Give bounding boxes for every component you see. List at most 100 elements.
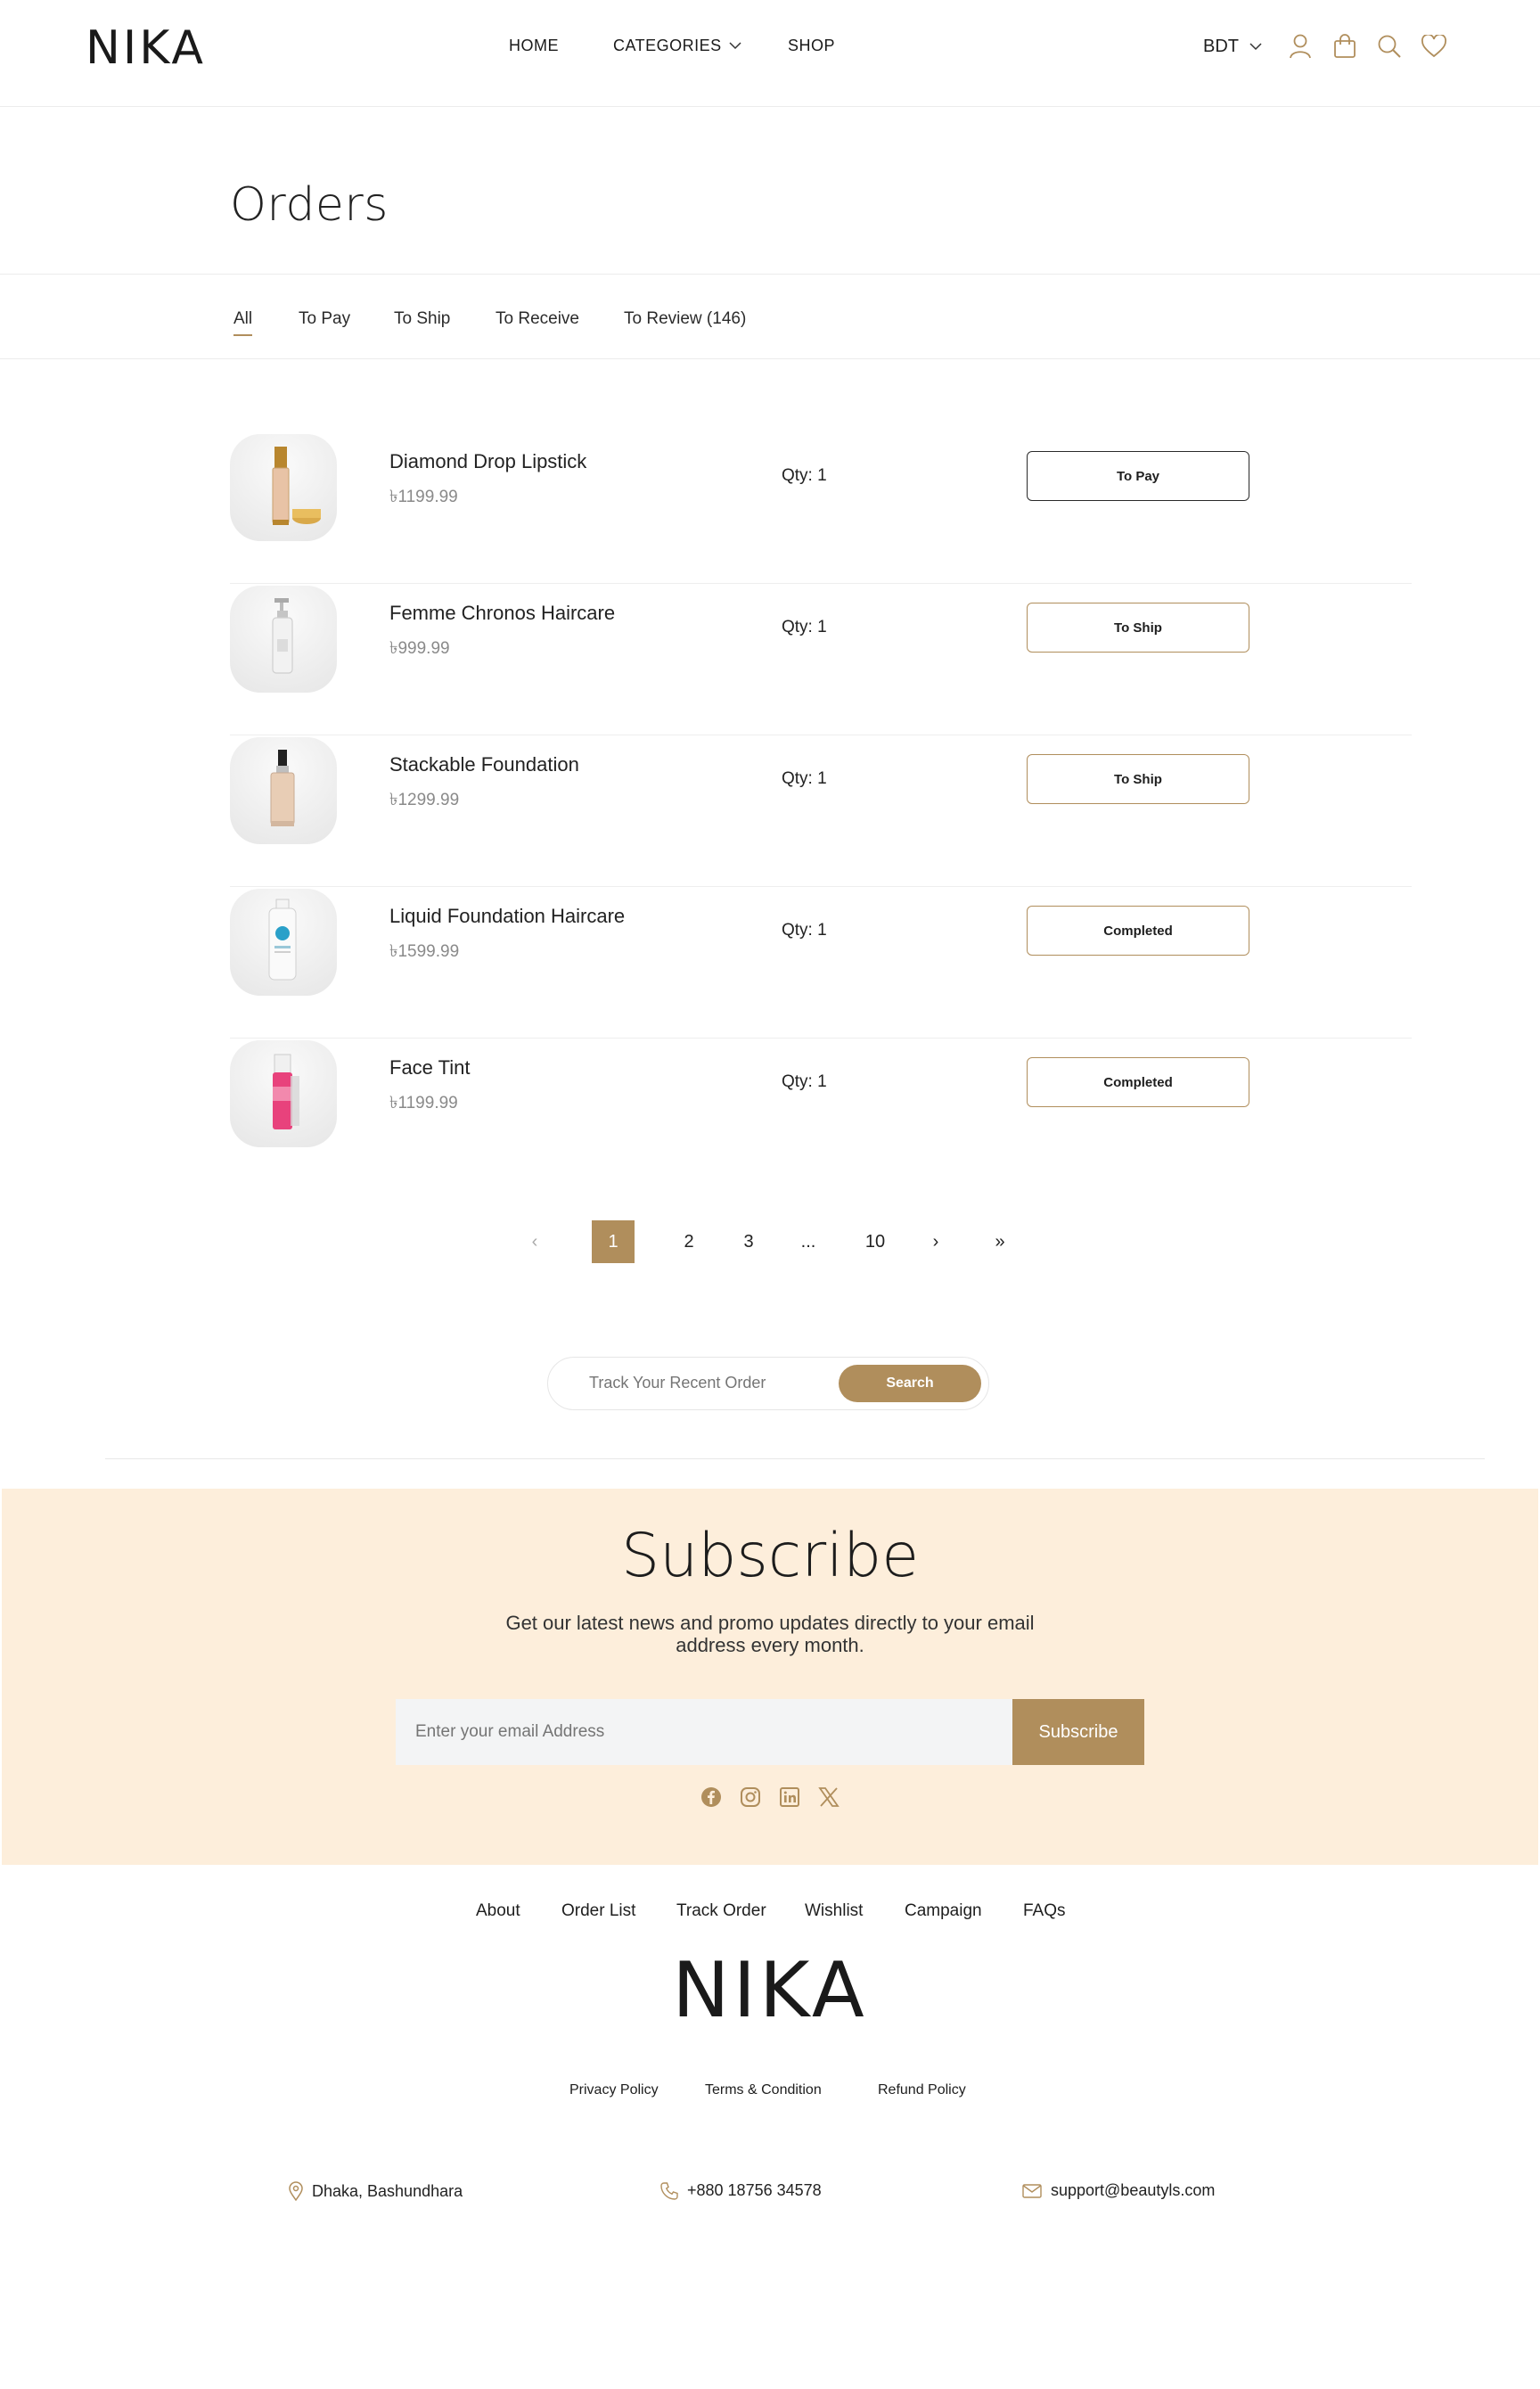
search-icon[interactable] [1367, 30, 1412, 62]
product-price: ৳999.99 [389, 639, 450, 658]
x-icon[interactable] [816, 1785, 841, 1810]
product-name[interactable]: Face Tint [389, 1056, 470, 1080]
site-header: NIKA HOME CATEGORIES SHOP BDT [0, 0, 1540, 107]
footer-link-faqs[interactable]: FAQs [1023, 1901, 1066, 1921]
tab-all[interactable]: All [233, 309, 253, 336]
social-links [2, 1785, 1538, 1810]
divider [105, 1458, 1485, 1459]
footer-logo[interactable]: NIKA [0, 1946, 1540, 2035]
footer-link-wishlist[interactable]: Wishlist [805, 1901, 863, 1921]
foundation-bottle-icon [270, 750, 295, 826]
product-qty: Qty: 1 [782, 618, 827, 636]
product-price: ৳1199.99 [389, 1094, 458, 1112]
nav-categories[interactable]: CATEGORIES [613, 37, 741, 55]
subscribe-button[interactable]: Subscribe [1012, 1699, 1144, 1765]
currency-label: BDT [1203, 36, 1239, 56]
subscribe-title: Subscribe [620, 1521, 920, 1591]
page-button[interactable]: 3 [737, 1220, 760, 1263]
last-page-button[interactable]: » [991, 1220, 1009, 1263]
tab-to-review[interactable]: To Review (146) [624, 309, 746, 334]
product-image[interactable] [230, 586, 337, 693]
footer-link-order-list[interactable]: Order List [561, 1901, 635, 1921]
track-search-button[interactable]: Search [839, 1365, 981, 1402]
terms-link[interactable]: Terms & Condition [705, 2082, 822, 2098]
phone-text: +880 18756 34578 [687, 2181, 822, 2199]
nav-shop[interactable]: SHOP [788, 37, 835, 55]
header-actions: BDT [1203, 30, 1456, 62]
product-image[interactable] [230, 737, 337, 844]
tint-bottle-icon [273, 1054, 299, 1129]
instagram-icon[interactable] [738, 1785, 763, 1810]
chevron-down-icon [729, 42, 741, 50]
prev-page-button[interactable]: ‹ [526, 1220, 544, 1263]
status-button[interactable]: To Ship [1027, 603, 1249, 653]
email-item[interactable]: support@beautyls.com [1022, 2181, 1215, 2200]
page-button[interactable]: 2 [677, 1220, 700, 1263]
linkedin-icon[interactable] [777, 1785, 802, 1810]
page-button[interactable]: 10 [859, 1220, 891, 1263]
heart-icon[interactable] [1412, 30, 1456, 62]
tab-to-receive[interactable]: To Receive [496, 309, 579, 334]
legal-links: Privacy Policy Terms & Condition Refund … [0, 2082, 1540, 2104]
divider [0, 274, 1540, 275]
product-name[interactable]: Liquid Foundation Haircare [389, 905, 625, 928]
product-price: ৳1299.99 [389, 791, 460, 809]
facebook-icon[interactable] [699, 1785, 724, 1810]
footer-link-about[interactable]: About [476, 1901, 520, 1921]
product-qty: Qty: 1 [782, 921, 827, 940]
currency-selector[interactable]: BDT [1203, 37, 1262, 57]
next-page-button[interactable]: › [927, 1220, 945, 1263]
product-image[interactable] [230, 1040, 337, 1147]
status-button[interactable]: Completed [1027, 906, 1249, 956]
status-button[interactable]: To Pay [1027, 451, 1249, 501]
product-qty: Qty: 1 [782, 1072, 827, 1091]
product-image[interactable] [230, 434, 337, 541]
order-row: Liquid Foundation Haircare ৳1599.99 Qty:… [230, 887, 1412, 1039]
status-button[interactable]: Completed [1027, 1057, 1249, 1107]
chevron-down-icon [1249, 42, 1262, 50]
page-button[interactable]: 1 [592, 1220, 635, 1263]
product-name[interactable]: Femme Chronos Haircare [389, 602, 615, 625]
order-row: Diamond Drop Lipstick ৳1199.99 Qty: 1 To… [230, 432, 1412, 584]
lotion-bottle-icon [268, 899, 297, 981]
status-button[interactable]: To Ship [1027, 754, 1249, 804]
page-ellipsis: ... [800, 1231, 816, 1252]
product-image[interactable] [230, 889, 337, 996]
user-icon[interactable] [1278, 30, 1323, 62]
product-name[interactable]: Stackable Foundation [389, 753, 579, 776]
product-name[interactable]: Diamond Drop Lipstick [389, 450, 586, 473]
brand-logo[interactable]: NIKA [86, 21, 206, 75]
product-qty: Qty: 1 [782, 466, 827, 485]
address-item: Dhaka, Bashundhara [289, 2181, 463, 2201]
refund-policy-link[interactable]: Refund Policy [878, 2082, 966, 2098]
order-row: Face Tint ৳1199.99 Qty: 1 Completed [230, 1039, 1412, 1190]
order-row: Stackable Foundation ৳1299.99 Qty: 1 To … [230, 735, 1412, 887]
tab-to-ship[interactable]: To Ship [394, 309, 450, 334]
subscribe-text: Get our latest news and promo updates di… [505, 1612, 1035, 1656]
track-order-input[interactable] [589, 1374, 839, 1392]
order-row: Femme Chronos Haircare ৳999.99 Qty: 1 To… [230, 584, 1412, 735]
phone-item[interactable]: +880 18756 34578 [660, 2181, 822, 2200]
footer-link-campaign[interactable]: Campaign [905, 1901, 982, 1921]
contact-info: Dhaka, Bashundhara +880 18756 34578 supp… [0, 2181, 1540, 2203]
lipstick-icon [272, 447, 321, 525]
product-qty: Qty: 1 [782, 769, 827, 788]
mail-icon [1022, 2183, 1042, 2198]
page-title: Orders [230, 178, 389, 232]
email-field[interactable] [396, 1699, 1012, 1765]
footer-nav: About Order List Track Order Wishlist Ca… [0, 1901, 1540, 1928]
divider [0, 358, 1540, 359]
tab-to-pay[interactable]: To Pay [299, 309, 350, 334]
product-price: ৳1199.99 [389, 488, 458, 506]
email-text: support@beautyls.com [1051, 2181, 1216, 2199]
location-pin-icon [289, 2181, 303, 2201]
bag-icon[interactable] [1323, 30, 1367, 62]
product-price: ৳1599.99 [389, 942, 460, 961]
address-text: Dhaka, Bashundhara [312, 2181, 463, 2200]
privacy-policy-link[interactable]: Privacy Policy [569, 2082, 659, 2098]
subscribe-form: Subscribe [396, 1699, 1144, 1765]
nav-home[interactable]: HOME [509, 37, 559, 55]
track-order-box: Search [547, 1357, 989, 1410]
footer-link-track-order[interactable]: Track Order [676, 1901, 766, 1921]
subscribe-section: Subscribe Get our latest news and promo … [2, 1489, 1538, 1865]
